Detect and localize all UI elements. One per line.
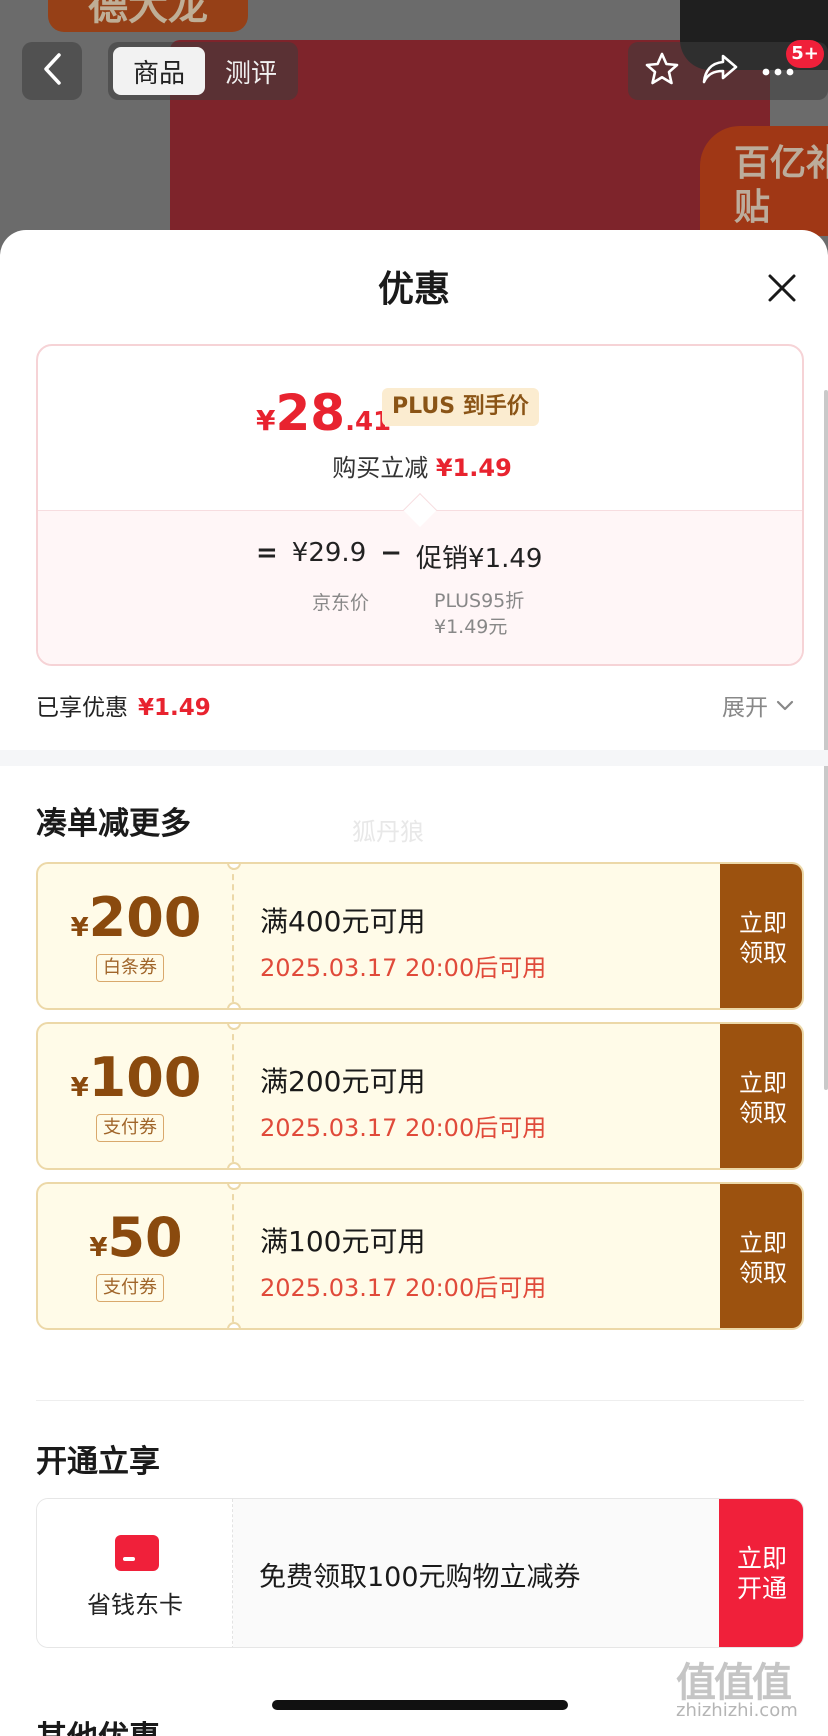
coupon-condition: 满100元可用 [260, 1225, 426, 1258]
enjoyed-discount: 已享优惠 ¥1.49 [36, 688, 211, 722]
coupon-valid-time: 2025.03.17 20:00后可用 [260, 1274, 547, 1302]
instant-cut-label: 购买立减 [332, 454, 429, 482]
price-integer: 28 [275, 384, 346, 442]
coupon-currency: ¥ [89, 1233, 108, 1263]
scrollbar[interactable] [824, 390, 828, 1090]
price-equation: = ¥29.9 − 促销¥1.49 [256, 538, 542, 575]
chevron-down-icon [776, 692, 794, 718]
activate-button[interactable]: 立即 开通 [719, 1499, 803, 1647]
star-icon [644, 51, 680, 91]
equals-sign: = [256, 538, 278, 568]
chevron-left-icon [41, 52, 63, 90]
expand-label: 展开 [722, 695, 768, 721]
claim-coupon-button[interactable]: 立即 领取 [720, 864, 802, 1008]
price-card: ¥ 28 .41 PLUS 到手价 购买立减 ¥1.49 = ¥29.9 − 促… [36, 344, 804, 666]
coupon-notch [227, 1024, 241, 1030]
coupon-currency: ¥ [70, 913, 89, 943]
site-watermark-url: zhizhizhi.com [676, 1700, 798, 1721]
favorite-button[interactable] [642, 51, 682, 91]
coupon-valid-time: 2025.03.17 20:00后可用 [260, 954, 547, 982]
coupon-amount-value: 200 [88, 886, 202, 949]
sheet-title: 优惠 [377, 269, 450, 310]
claim-coupon-button[interactable]: 立即 领取 [720, 1184, 802, 1328]
coupon-currency: ¥ [70, 1073, 89, 1103]
tab-product[interactable]: 商品 [113, 47, 205, 95]
tab-switcher: 商品 测评 [108, 42, 298, 100]
coupon-type-badge: 支付券 [96, 1274, 164, 1302]
home-indicator[interactable] [272, 1700, 568, 1710]
coupon-amount: ¥200 [38, 886, 234, 949]
discount-sheet: 优惠 ¥ 28 .41 PLUS 到手价 购买立减 ¥1.49 = ¥29.9 … [0, 230, 828, 1736]
coupon-amount: ¥50 [38, 1206, 234, 1269]
enjoyed-label: 已享优惠 [36, 695, 128, 721]
coupon-condition: 满200元可用 [260, 1065, 426, 1098]
coupon-amount-value: 50 [107, 1206, 183, 1269]
coupon-card: ¥200 白条券 满400元可用 2025.03.17 20:00后可用 立即 … [36, 862, 804, 1010]
instant-cut-value: ¥1.49 [435, 454, 512, 482]
promo-detail-amount: ¥1.49元 [434, 616, 508, 638]
bundle-section-title: 凑单减更多 [36, 806, 191, 842]
claim-coupon-button[interactable]: 立即 领取 [720, 1024, 802, 1168]
coupon-card: ¥50 支付券 满100元可用 2025.03.17 20:00后可用 立即 领… [36, 1182, 804, 1330]
coupon-notch [227, 1322, 241, 1328]
coupon-notch [227, 1184, 241, 1190]
coupon-condition: 满400元可用 [260, 905, 426, 938]
share-icon [701, 52, 739, 90]
price-currency: ¥ [256, 404, 276, 437]
final-price: ¥ 28 .41 [256, 384, 391, 442]
section-divider [0, 750, 828, 766]
close-button[interactable] [760, 266, 804, 310]
coupon-notch [227, 1002, 241, 1008]
jd-price-label: 京东价 [312, 592, 370, 614]
plus-price-tag: PLUS 到手价 [382, 388, 539, 426]
promo-detail: PLUS95折 ¥1.49元 [434, 588, 524, 640]
membership-card-info [37, 1499, 233, 1647]
card-icon [115, 1535, 159, 1571]
membership-description: 免费领取100元购物立减券 [259, 1562, 581, 1593]
divider [36, 1400, 804, 1401]
other-section-title: 其他优惠 [36, 1712, 160, 1736]
coupon-amount: ¥100 [38, 1046, 234, 1109]
back-button[interactable] [22, 42, 82, 100]
message-count-badge: 5+ [786, 40, 824, 68]
expand-button[interactable]: 展开 [722, 688, 794, 722]
membership-card-name: 省钱东卡 [87, 1591, 183, 1619]
promo-amount: 促销¥1.49 [416, 544, 543, 574]
coupon-notch [227, 864, 241, 870]
tab-review[interactable]: 测评 [209, 47, 293, 95]
membership-card: 省钱东卡 免费领取100元购物立减券 立即 开通 [36, 1498, 804, 1648]
instant-cut: 购买立减 ¥1.49 [38, 448, 802, 483]
coupon-notch [227, 1162, 241, 1168]
coupon-amount-value: 100 [88, 1046, 202, 1109]
watermark-text: 狐丹狼 [352, 818, 424, 846]
coupon-card: ¥100 支付券 满200元可用 2025.03.17 20:00后可用 立即 … [36, 1022, 804, 1170]
minus-sign: − [380, 538, 403, 568]
dim-overlay [0, 0, 828, 260]
membership-section-title: 开通立享 [36, 1444, 160, 1480]
price-breakdown-area [38, 510, 802, 664]
coupon-type-badge: 支付券 [96, 1114, 164, 1142]
enjoyed-value: ¥1.49 [138, 695, 211, 721]
promo-detail-discount: PLUS95折 [434, 590, 525, 612]
share-button[interactable] [700, 51, 740, 91]
jd-price: ¥29.9 [291, 538, 367, 568]
coupon-valid-time: 2025.03.17 20:00后可用 [260, 1114, 547, 1142]
close-icon [760, 274, 804, 314]
coupon-type-badge: 白条券 [96, 954, 164, 982]
product-image: 德大龙 百亿补贴 [0, 0, 828, 260]
